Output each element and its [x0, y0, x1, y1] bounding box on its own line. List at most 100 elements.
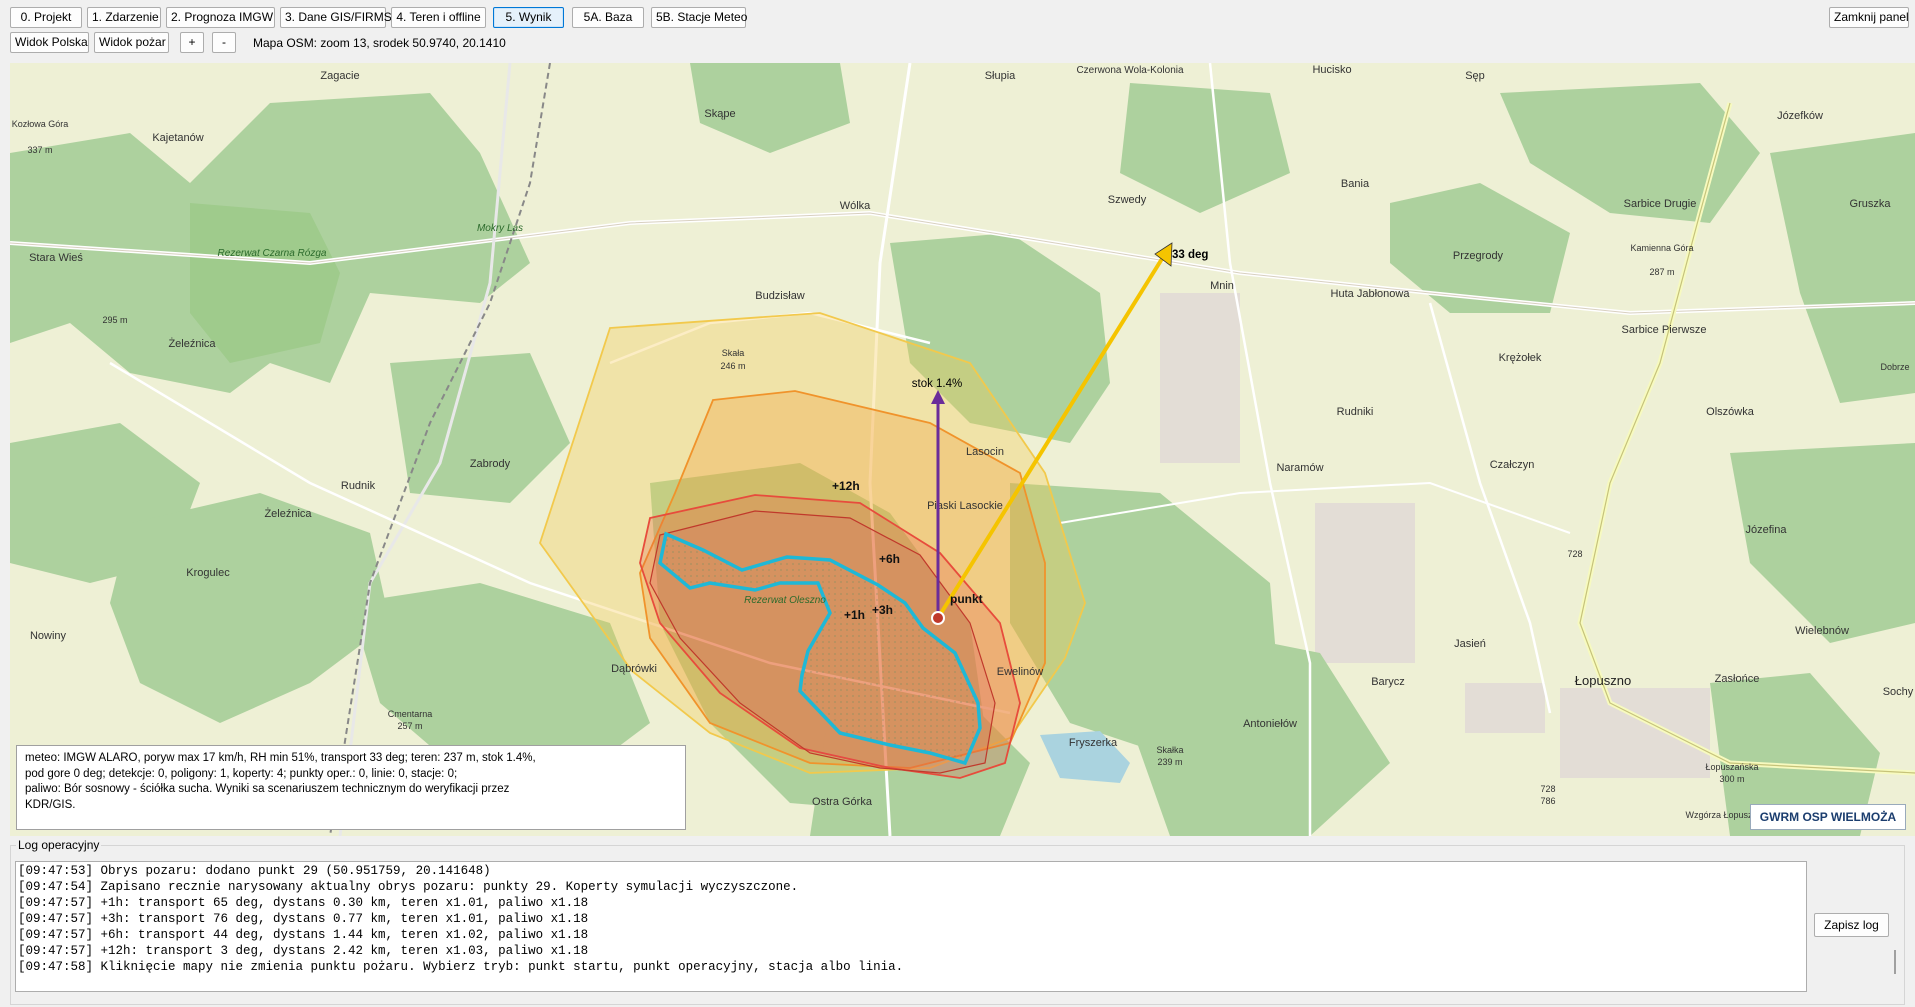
log-line: [09:47:57] +1h: transport 65 deg, dystan…: [18, 896, 589, 910]
svg-text:Skałka: Skałka: [1156, 745, 1183, 755]
svg-text:Łopuszańska: Łopuszańska: [1705, 762, 1758, 772]
svg-text:Jasień: Jasień: [1454, 638, 1486, 650]
svg-text:Bania: Bania: [1341, 178, 1370, 190]
svg-text:Czałczyn: Czałczyn: [1490, 459, 1535, 471]
svg-text:239 m: 239 m: [1157, 757, 1182, 767]
svg-text:Wielebnów: Wielebnów: [1795, 625, 1849, 637]
log-line: [09:47:57] +3h: transport 76 deg, dystan…: [18, 912, 589, 926]
slope-label: stok 1.4%: [912, 378, 963, 390]
info-line-2: pod gore 0 deg; detekcje: 0, poligony: 1…: [25, 767, 458, 780]
svg-text:246 m: 246 m: [720, 361, 745, 371]
svg-text:Gruszka: Gruszka: [1850, 198, 1892, 210]
ignition-point-label: punkt: [950, 592, 983, 606]
svg-text:337 m: 337 m: [27, 145, 52, 155]
info-line-1: meteo: IMGW ALARO, poryw max 17 km/h, RH…: [25, 752, 536, 764]
svg-text:Rudniki: Rudniki: [1337, 406, 1374, 418]
log-line: [09:47:53] Obrys pozaru: dodano punkt 29…: [18, 864, 491, 878]
svg-text:Czerwona Wola-Kolonia: Czerwona Wola-Kolonia: [1076, 65, 1184, 76]
log-line: [09:47:58] Kliknięcie mapy nie zmienia p…: [18, 960, 904, 974]
label-3h: +3h: [872, 603, 893, 617]
svg-text:Sarbice Pierwsze: Sarbice Pierwsze: [1622, 324, 1707, 336]
svg-text:Łopuszno: Łopuszno: [1575, 673, 1631, 688]
log-textarea[interactable]: [09:47:53] Obrys pozaru: dodano punkt 29…: [15, 861, 1807, 992]
svg-text:786: 786: [1540, 796, 1555, 806]
svg-text:Słupia: Słupia: [985, 70, 1016, 82]
svg-text:Antoniełów: Antoniełów: [1243, 718, 1297, 730]
svg-text:Rezerwat Oleszno: Rezerwat Oleszno: [744, 595, 826, 606]
label-1h: +1h: [844, 608, 865, 622]
svg-text:Wólka: Wólka: [840, 200, 871, 212]
svg-text:Nowiny: Nowiny: [30, 630, 67, 642]
log-line: [09:47:57] +6h: transport 44 deg, dystan…: [18, 928, 589, 942]
svg-text:Ostra Górka: Ostra Górka: [812, 796, 873, 808]
zoom-out-button[interactable]: -: [212, 32, 236, 53]
tab-dane-gis-firms[interactable]: 3. Dane GIS/FIRMS: [280, 7, 392, 28]
svg-text:Budzisław: Budzisław: [755, 290, 805, 302]
svg-text:Kamienna Góra: Kamienna Góra: [1630, 243, 1693, 253]
svg-text:Szwedy: Szwedy: [1108, 194, 1147, 206]
svg-text:Rezerwat Czarna Rózga: Rezerwat Czarna Rózga: [218, 248, 327, 259]
map-status-text: Mapa OSM: zoom 13, srodek 50.9740, 20.14…: [253, 36, 506, 50]
svg-text:300 m: 300 m: [1719, 774, 1744, 784]
svg-text:Ewelinów: Ewelinów: [997, 666, 1044, 678]
organization-badge: GWRM OSP WIELMOŻA: [1750, 804, 1906, 830]
svg-text:Zabrody: Zabrody: [470, 458, 511, 470]
svg-text:Fryszerka: Fryszerka: [1069, 737, 1118, 749]
svg-text:Józefina: Józefina: [1746, 524, 1788, 536]
info-line-4: KDR/GIS.: [25, 798, 76, 811]
svg-text:Żeleźnica: Żeleźnica: [264, 507, 312, 520]
zoom-in-button[interactable]: +: [180, 32, 204, 53]
svg-text:728: 728: [1540, 784, 1555, 794]
svg-text:Hucisko: Hucisko: [1312, 64, 1351, 76]
scenario-info-box: meteo: IMGW ALARO, poryw max 17 km/h, RH…: [16, 745, 686, 830]
label-12h: +12h: [832, 479, 860, 493]
svg-text:Sęp: Sęp: [1465, 70, 1485, 82]
label-6h: +6h: [879, 552, 900, 566]
tab-wynik[interactable]: 5. Wynik: [493, 7, 564, 28]
svg-text:Kajetanów: Kajetanów: [152, 132, 203, 144]
svg-text:257 m: 257 m: [397, 721, 422, 731]
svg-text:Przegrody: Przegrody: [1453, 250, 1504, 262]
info-line-3: paliwo: Bór sosnowy - ściółka sucha. Wyn…: [25, 783, 510, 795]
svg-text:Mokry Las: Mokry Las: [477, 223, 523, 234]
ignition-point-marker[interactable]: [931, 611, 945, 625]
svg-text:Stara Wieś: Stara Wieś: [29, 252, 83, 264]
svg-text:Dobrze: Dobrze: [1880, 362, 1909, 372]
svg-text:728: 728: [1567, 549, 1582, 559]
svg-text:Skała: Skała: [722, 348, 745, 358]
svg-text:Cmentarna: Cmentarna: [388, 709, 433, 719]
view-poland-button[interactable]: Widok Polska: [10, 32, 89, 53]
view-fire-button[interactable]: Widok pożar: [94, 32, 169, 53]
svg-text:Huta Jabłonowa: Huta Jabłonowa: [1331, 288, 1411, 300]
wind-label: 33 deg: [1172, 249, 1208, 261]
save-log-button[interactable]: Zapisz log: [1814, 913, 1889, 937]
tab-zdarzenie[interactable]: 1. Zdarzenie: [87, 7, 161, 28]
map-canvas[interactable]: Zagacie Kozłowa Góra 337 m Kajetanów Sta…: [10, 63, 1915, 836]
tab-stacje-meteo[interactable]: 5B. Stacje Meteo: [651, 7, 747, 28]
svg-text:Sarbice Drugie: Sarbice Drugie: [1624, 198, 1697, 210]
log-panel-title: Log operacyjny: [16, 838, 102, 852]
svg-text:Józefków: Józefków: [1777, 110, 1823, 122]
tab-prognoza-imgw[interactable]: 2. Prognoza IMGW: [166, 7, 275, 28]
svg-text:Skąpe: Skąpe: [704, 108, 735, 120]
svg-text:Krogulec: Krogulec: [186, 567, 230, 579]
log-scrollbar[interactable]: [1894, 950, 1896, 974]
close-panel-button[interactable]: Zamknij panel: [1829, 7, 1909, 28]
svg-text:Rudnik: Rudnik: [341, 480, 376, 492]
svg-text:Naramów: Naramów: [1276, 462, 1323, 474]
tab-teren-offline[interactable]: 4. Teren i offline: [391, 7, 486, 28]
svg-text:Sochy: Sochy: [1883, 686, 1914, 698]
tab-projekt[interactable]: 0. Projekt: [10, 7, 82, 28]
osm-map[interactable]: Zagacie Kozłowa Góra 337 m Kajetanów Sta…: [10, 63, 1915, 836]
svg-text:295 m: 295 m: [102, 315, 127, 325]
svg-text:Dąbrówki: Dąbrówki: [611, 663, 657, 675]
tab-baza[interactable]: 5A. Baza: [572, 7, 644, 28]
svg-text:Zagacie: Zagacie: [320, 70, 359, 82]
svg-text:Kozłowa Góra: Kozłowa Góra: [12, 119, 69, 129]
svg-text:Krężołek: Krężołek: [1499, 352, 1542, 364]
svg-text:Barycz: Barycz: [1371, 676, 1405, 688]
svg-text:Zasłońce: Zasłońce: [1715, 673, 1760, 685]
log-line: [09:47:54] Zapisano recznie narysowany a…: [18, 880, 799, 894]
svg-text:Żeleźnica: Żeleźnica: [168, 337, 216, 350]
svg-text:Mnin: Mnin: [1210, 280, 1234, 292]
